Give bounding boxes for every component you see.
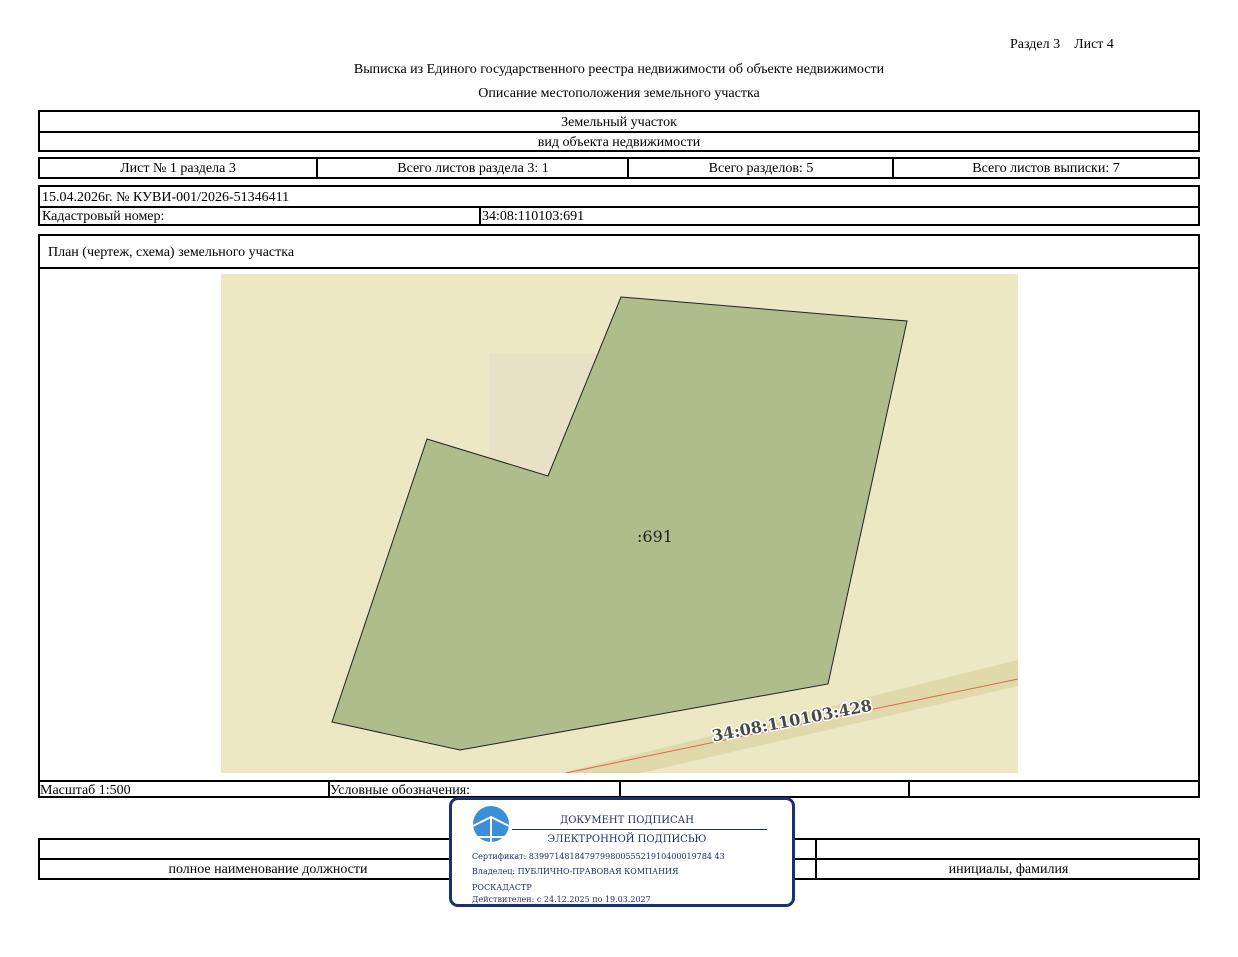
divider	[908, 780, 910, 796]
object-type-table: Земельный участок вид объекта недвижимос…	[38, 110, 1200, 152]
scale-label: Масштаб 1:500	[40, 783, 131, 798]
parcel-plan-map: :691 34:08:110103:428	[221, 274, 1018, 773]
sheets-row: Лист № 1 раздела 3 Всего листов раздела …	[38, 157, 1200, 179]
name-caption: инициалы, фамилия	[948, 862, 1069, 877]
stamp-divider	[512, 829, 767, 830]
roskadastr-logo-icon	[472, 806, 510, 842]
e-signature-stamp: ДОКУМЕНТ ПОДПИСАН ЭЛЕКТРОННОЙ ПОДПИСЬЮ С…	[449, 797, 795, 907]
section-sheets-count: Всего листов раздела 3: 1	[397, 161, 549, 176]
stamp-owner-line-1: Владелец: ПУБЛИЧНО-ПРАВОВАЯ КОМПАНИЯ	[472, 867, 679, 876]
record-table: 15.04.2026г. № КУВИ-001/2026-51346411 Ка…	[38, 185, 1200, 226]
document-title: Выписка из Единого государственного реес…	[353, 62, 885, 77]
stamp-owner-line-2: РОСКАДАСТР	[472, 883, 532, 892]
divider	[40, 267, 1198, 269]
record-date-number: 15.04.2026г. № КУВИ-001/2026-51346411	[42, 190, 290, 205]
object-type-caption: вид объекта недвижимости	[537, 135, 701, 150]
divider	[40, 131, 1198, 133]
stamp-certificate: Сертификат: 8399714818479799800555219104…	[472, 852, 725, 861]
cadastral-value: 34:08:110103:691	[482, 209, 585, 224]
divider	[619, 780, 621, 796]
stamp-validity: Действителен: с 24.12.2025 по 19.03.2027	[472, 895, 651, 904]
stamp-line-2: ЭЛЕКТРОННОЙ ПОДПИСЬЮ	[547, 834, 707, 845]
section-sheet-label: Раздел 3 Лист 4	[1010, 37, 1114, 52]
legend-symbols-label: Условные обозначения:	[330, 783, 471, 798]
sheet-number: Лист № 1 раздела 3	[120, 161, 236, 176]
document-subtitle: Описание местоположения земельного участ…	[478, 86, 760, 101]
divider	[479, 206, 481, 224]
divider	[40, 206, 1198, 208]
total-sections: Всего разделов: 5	[708, 161, 814, 176]
plan-title: План (чертеж, схема) земельного участка	[48, 245, 295, 260]
parcel-label: :691	[637, 527, 673, 546]
object-type: Земельный участок	[561, 115, 677, 130]
total-sheets: Всего листов выписки: 7	[972, 161, 1120, 176]
stamp-line-1: ДОКУМЕНТ ПОДПИСАН	[560, 815, 694, 826]
position-caption: полное наименование должности	[168, 862, 368, 877]
cadastral-label: Кадастровый номер:	[42, 209, 165, 224]
